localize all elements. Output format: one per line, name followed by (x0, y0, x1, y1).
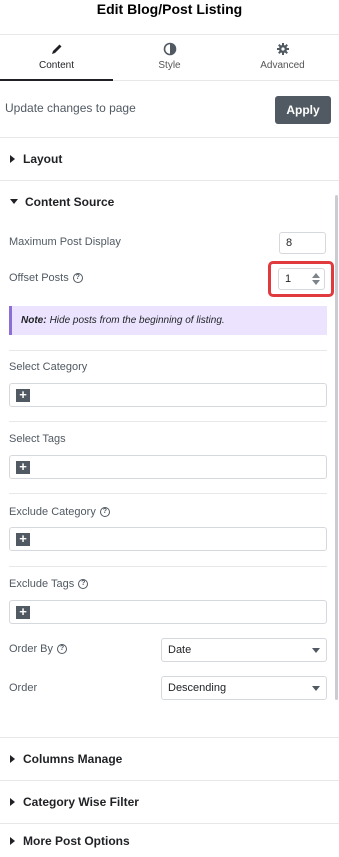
exclude-tags-text: Exclude Tags (9, 578, 75, 590)
pencil-icon (51, 44, 61, 54)
section-category-wise-filter[interactable]: Category Wise Filter (0, 780, 339, 822)
exclude-tags-field[interactable]: + (9, 600, 327, 624)
order-select[interactable]: Descending (161, 676, 327, 700)
exclude-category-text: Exclude Category (9, 506, 96, 518)
plus-icon[interactable]: + (16, 532, 30, 546)
section-layout[interactable]: Layout (0, 137, 339, 179)
exclude-category-field[interactable]: + (9, 527, 327, 551)
max-post-display-value: 8 (286, 237, 293, 249)
select-category-text: Select Category (9, 361, 88, 373)
plus-icon[interactable]: + (16, 605, 30, 619)
order-text: Order (9, 682, 38, 694)
divider (9, 350, 327, 351)
max-post-display-text: Maximum Post Display (9, 236, 121, 248)
order-value: Descending (168, 682, 227, 694)
panel-title: Edit Blog/Post Listing (96, 1, 243, 17)
caret-down-icon (10, 199, 18, 204)
tab-advanced-label: Advanced (260, 60, 305, 71)
select-category-label: Select Category (9, 361, 87, 373)
caret-right-icon (10, 797, 15, 806)
chevron-down-icon (312, 648, 320, 653)
section-content-source[interactable]: Content Source (0, 180, 339, 222)
plus-icon[interactable]: + (16, 388, 30, 402)
order-by-text: Order By (9, 643, 54, 655)
section-category-wise-filter-label: Category Wise Filter (23, 794, 139, 809)
divider (9, 493, 327, 494)
caret-right-icon (10, 836, 15, 845)
max-post-display-input[interactable]: 8 (279, 232, 326, 254)
section-more-post-options-label: More Post Options (23, 833, 130, 848)
order-by-select[interactable]: Date (161, 638, 327, 662)
note-text: Hide posts from the beginning of listing… (49, 315, 225, 326)
tab-content[interactable]: Content (0, 35, 113, 81)
section-layout-label: Layout (23, 151, 63, 166)
tab-style-label: Style (158, 60, 181, 71)
help-icon[interactable]: ? (72, 273, 83, 283)
section-columns-manage[interactable]: Columns Manage (0, 737, 339, 779)
offset-posts-text: Offset Posts (9, 272, 69, 284)
scrollbar[interactable] (335, 195, 338, 700)
gear-icon (276, 43, 289, 55)
offset-note: Note: Hide posts from the beginning of l… (9, 306, 327, 335)
order-by-label: Order By ? (9, 643, 68, 655)
plus-icon[interactable]: + (16, 460, 30, 474)
max-post-display-label: Maximum Post Display (9, 236, 121, 248)
offset-posts-label: Offset Posts ? (9, 272, 83, 284)
section-content-source-label: Content Source (25, 194, 115, 209)
contrast-icon (163, 42, 176, 56)
order-label: Order (9, 682, 37, 694)
order-by-value: Date (168, 644, 192, 656)
select-tags-text: Select Tags (9, 433, 66, 445)
help-icon[interactable]: ? (99, 507, 110, 517)
caret-right-icon (10, 754, 15, 763)
tab-bar: Content Style Advanced (0, 34, 339, 81)
apply-button[interactable]: Apply (275, 95, 331, 124)
select-tags-field[interactable]: + (9, 455, 327, 479)
tab-content-label: Content (38, 60, 75, 71)
help-icon[interactable]: ? (57, 644, 68, 654)
note-bold: Note: (21, 315, 47, 326)
tab-style[interactable]: Style (113, 35, 226, 80)
select-category-field[interactable]: + (9, 383, 327, 407)
update-text: Update changes to page (5, 100, 136, 115)
tab-advanced[interactable]: Advanced (226, 35, 339, 80)
divider (9, 421, 327, 422)
chevron-down-icon (312, 686, 320, 691)
update-row: Update changes to page Apply (0, 82, 339, 137)
highlight-outline (268, 261, 334, 297)
section-more-post-options[interactable]: More Post Options (0, 823, 339, 857)
exclude-category-label: Exclude Category ? (9, 506, 110, 518)
panel-header: Edit Blog/Post Listing (0, 0, 339, 34)
divider (9, 566, 327, 567)
section-columns-manage-label: Columns Manage (23, 751, 123, 766)
help-icon[interactable]: ? (78, 579, 89, 589)
caret-right-icon (10, 154, 15, 163)
exclude-tags-label: Exclude Tags ? (9, 578, 89, 590)
select-tags-label: Select Tags (9, 433, 66, 445)
